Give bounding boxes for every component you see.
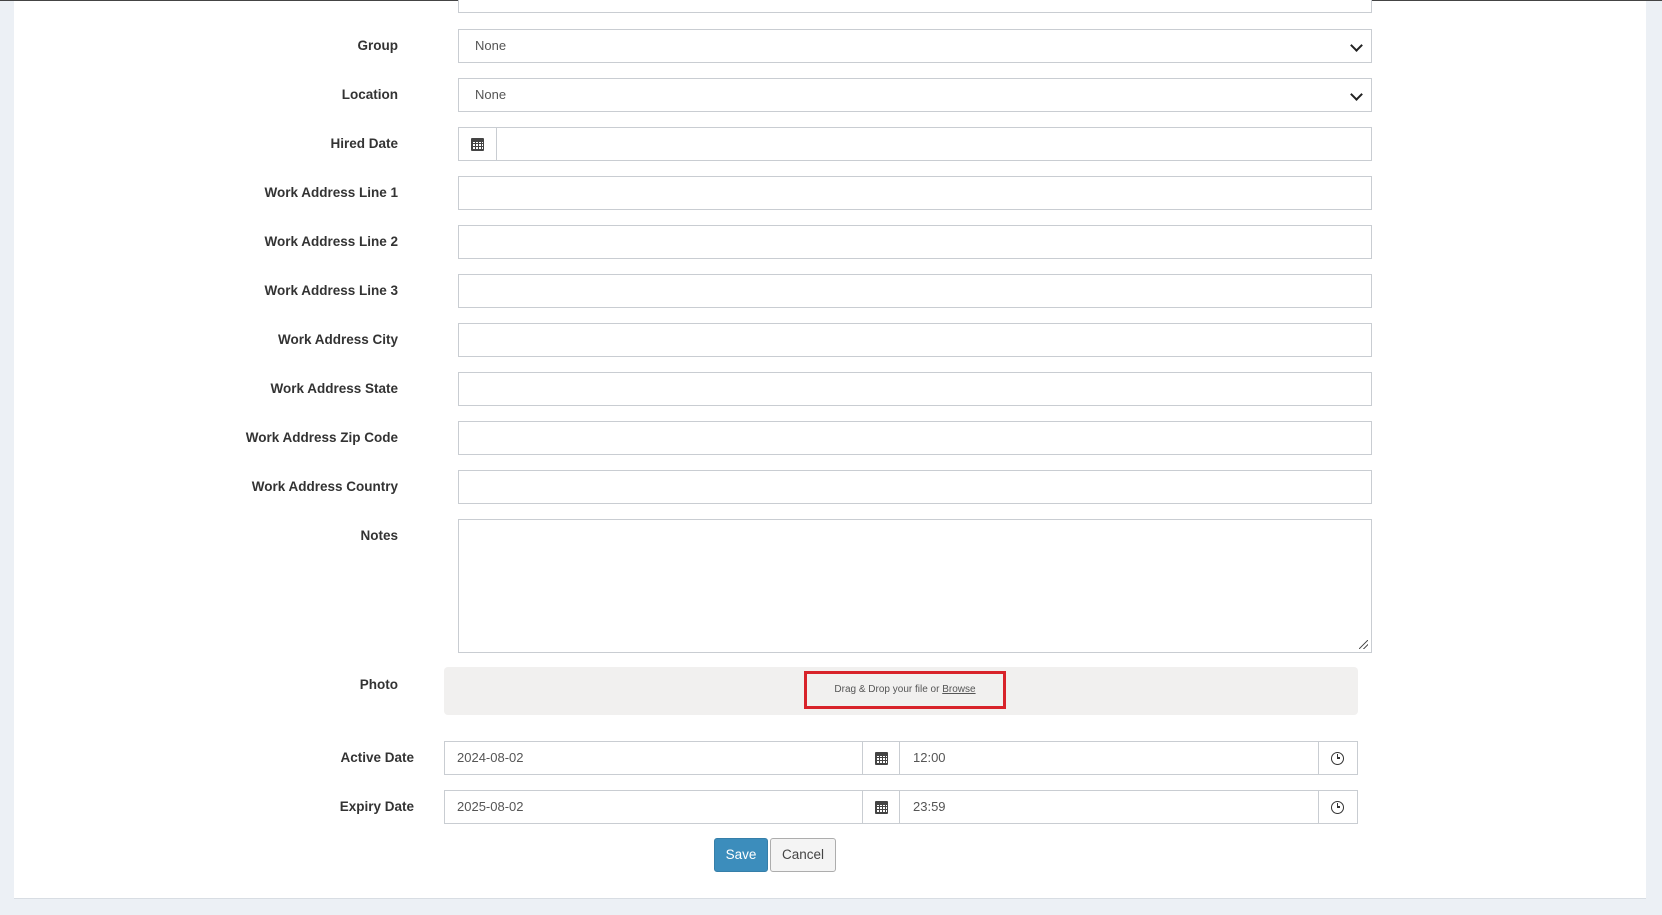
work-address-state-input[interactable] (458, 372, 1372, 406)
photo-label: Photo (359, 677, 398, 692)
hired-date-label: Hired Date (330, 136, 398, 151)
active-time-input[interactable]: 12:00 (901, 742, 1318, 774)
clock-icon (1331, 800, 1344, 814)
active-date-label: Active Date (340, 750, 414, 765)
work-address-line-1-label: Work Address Line 1 (264, 185, 398, 200)
location-select-value: None (475, 87, 507, 102)
calendar-icon (471, 137, 484, 151)
dropzone-text: Drag & Drop your file or Browse (804, 671, 1006, 709)
work-address-zip-label: Work Address Zip Code (245, 430, 398, 445)
notes-textarea[interactable] (458, 519, 1372, 653)
calendar-icon (874, 800, 888, 814)
department-select[interactable] (458, 0, 1372, 13)
chevron-down-icon (1350, 39, 1363, 52)
save-button[interactable]: Save (714, 838, 768, 872)
group-select[interactable]: None (458, 29, 1372, 63)
work-address-state-label: Work Address State (270, 381, 398, 396)
work-address-country-input[interactable] (458, 470, 1372, 504)
active-date-input[interactable]: 2024-08-02 (445, 742, 862, 774)
work-address-city-label: Work Address City (277, 332, 398, 347)
group-select-value: None (475, 38, 507, 53)
expiry-time-input[interactable]: 23:59 (901, 791, 1318, 823)
work-address-city-input[interactable] (458, 323, 1372, 357)
work-address-line-3-label: Work Address Line 3 (264, 283, 398, 298)
work-address-zip-input[interactable] (458, 421, 1372, 455)
expiry-date-input[interactable]: 2025-08-02 (445, 791, 862, 823)
dropzone-prompt: Drag & Drop your file or (834, 684, 940, 695)
active-time-clock-button[interactable] (1318, 742, 1356, 774)
hired-date-calendar-button[interactable] (459, 128, 497, 160)
cancel-button[interactable]: Cancel (770, 838, 836, 872)
work-address-line-1-input[interactable] (458, 176, 1372, 210)
active-date-calendar-button[interactable] (862, 742, 900, 774)
notes-label: Notes (360, 528, 398, 543)
hired-date-input[interactable] (458, 127, 1372, 161)
work-address-line-2-input[interactable] (458, 225, 1372, 259)
photo-dropzone[interactable]: Drag & Drop your file or Browse (444, 667, 1358, 715)
clock-icon (1331, 751, 1344, 765)
chevron-down-icon (1350, 88, 1363, 101)
work-address-country-label: Work Address Country (251, 479, 398, 494)
resize-handle-icon[interactable] (1359, 640, 1368, 649)
expiry-date-calendar-button[interactable] (862, 791, 900, 823)
expiry-date-group: 2025-08-02 23:59 (444, 790, 1358, 824)
location-select[interactable]: None (458, 78, 1372, 112)
calendar-icon (874, 751, 888, 765)
active-date-group: 2024-08-02 12:00 (444, 741, 1358, 775)
location-label: Location (341, 87, 398, 102)
expiry-date-label: Expiry Date (339, 799, 414, 814)
work-address-line-2-label: Work Address Line 2 (264, 234, 398, 249)
group-label: Group (357, 38, 399, 53)
expiry-time-clock-button[interactable] (1318, 791, 1356, 823)
browse-link[interactable]: Browse (942, 684, 975, 695)
work-address-line-3-input[interactable] (458, 274, 1372, 308)
